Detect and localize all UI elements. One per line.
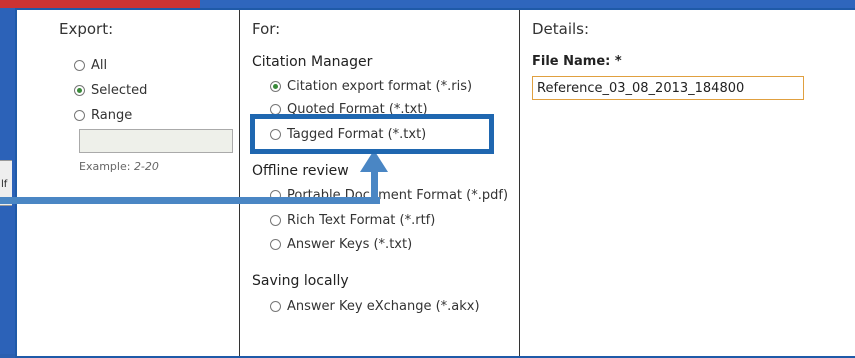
export-dialog: Export: All Selected Range Example: 2-20… xyxy=(15,8,855,358)
answer-keys-radio[interactable] xyxy=(270,239,281,250)
akx-format-option[interactable]: Answer Key eXchange (*.akx) xyxy=(270,299,480,314)
file-name-input[interactable] xyxy=(532,76,804,100)
export-column: Export: All Selected Range Example: 2-20 xyxy=(17,10,239,356)
export-selected-option[interactable]: Selected xyxy=(74,83,147,98)
annotation-arrow-horizontal xyxy=(0,197,380,204)
rtf-format-label: Rich Text Format (*.rtf) xyxy=(287,213,436,228)
offline-review-title: Offline review xyxy=(252,163,349,179)
answer-keys-label: Answer Keys (*.txt) xyxy=(287,237,413,252)
details-column: Details: File Name: * xyxy=(519,10,855,356)
range-input[interactable] xyxy=(79,129,233,153)
details-heading: Details: xyxy=(532,20,590,38)
for-heading: For: xyxy=(252,20,281,38)
for-column: For: Citation Manager Citation export fo… xyxy=(239,10,520,356)
export-selected-radio[interactable] xyxy=(74,85,85,96)
annotation-highlight-box xyxy=(250,114,494,154)
export-all-radio[interactable] xyxy=(74,60,85,71)
range-example-prefix: Example: xyxy=(79,160,131,173)
rtf-format-option[interactable]: Rich Text Format (*.rtf) xyxy=(270,213,435,228)
citation-export-label: Citation export format (*.ris) xyxy=(287,79,473,94)
citation-manager-title: Citation Manager xyxy=(252,54,373,70)
range-example-value: 2-20 xyxy=(133,160,159,173)
annotation-arrow-vertical xyxy=(371,170,378,204)
akx-format-label: Answer Key eXchange (*.akx) xyxy=(287,299,480,314)
file-name-label: File Name: * xyxy=(532,54,622,69)
background-fragment-text: lf xyxy=(1,179,8,190)
citation-export-option[interactable]: Citation export format (*.ris) xyxy=(270,79,472,94)
export-all-label: All xyxy=(91,58,108,73)
akx-format-radio[interactable] xyxy=(270,301,281,312)
export-heading: Export: xyxy=(59,20,114,38)
answer-keys-option[interactable]: Answer Keys (*.txt) xyxy=(270,237,412,252)
export-range-label: Range xyxy=(91,108,133,123)
rtf-format-radio[interactable] xyxy=(270,215,281,226)
export-selected-label: Selected xyxy=(91,83,148,98)
range-example: Example: 2-20 xyxy=(79,160,159,173)
citation-export-radio[interactable] xyxy=(270,81,281,92)
export-all-option[interactable]: All xyxy=(74,58,107,73)
saving-locally-title: Saving locally xyxy=(252,273,349,289)
export-range-radio[interactable] xyxy=(74,110,85,121)
export-range-option[interactable]: Range xyxy=(74,108,132,123)
